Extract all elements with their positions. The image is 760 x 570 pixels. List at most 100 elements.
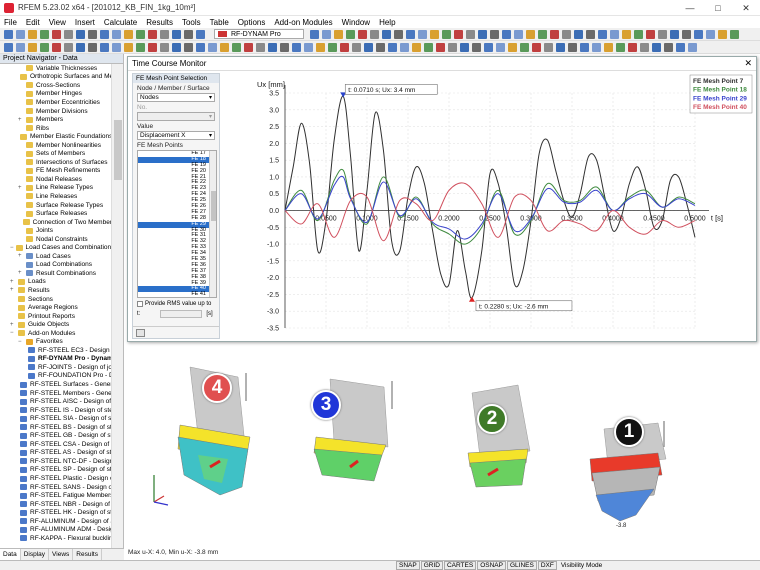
toolbar-button[interactable]: [292, 42, 301, 52]
expand-icon[interactable]: −: [10, 245, 14, 251]
toolbar-button[interactable]: [40, 29, 49, 39]
toolbar-button[interactable]: [484, 42, 493, 52]
toolbar-button[interactable]: [592, 42, 601, 52]
tab-data[interactable]: Data: [0, 549, 21, 560]
toolbar-button[interactable]: [622, 29, 631, 39]
toolbar-button[interactable]: [706, 29, 715, 39]
toolbar-button[interactable]: [496, 42, 505, 52]
toolbar-button[interactable]: [328, 42, 337, 52]
menu-item-window[interactable]: Window: [342, 18, 370, 27]
tree-item[interactable]: Load Combinations: [0, 261, 112, 270]
toolbar-button[interactable]: [376, 42, 385, 52]
toolbar-button[interactable]: [400, 42, 409, 52]
tree-item[interactable]: Variable Thicknesses: [0, 64, 112, 73]
toolbar-button[interactable]: [544, 42, 553, 52]
toolbar-button[interactable]: [538, 29, 547, 39]
tree-item[interactable]: Member Divisions: [0, 107, 112, 116]
toolbar-button[interactable]: [616, 42, 625, 52]
toolbar-button[interactable]: [334, 29, 343, 39]
toolbar-button[interactable]: [448, 42, 457, 52]
close-icon[interactable]: ✕: [744, 58, 752, 69]
toolbar-button[interactable]: [394, 29, 403, 39]
mode-shape-2[interactable]: [467, 384, 531, 488]
tree-item[interactable]: RF-STEEL SANS - Design of st: [0, 483, 112, 492]
cartes-toggle[interactable]: CARTES: [443, 561, 477, 570]
menu-item-tools[interactable]: Tools: [182, 18, 201, 27]
tree-item[interactable]: − Load Cases and Combinations: [0, 243, 112, 252]
toolbar-button[interactable]: [346, 29, 355, 39]
tree-item[interactable]: RF-STEEL IS - Design of stee: [0, 406, 112, 415]
toolbar-button[interactable]: [454, 29, 463, 39]
toolbar-button[interactable]: [148, 42, 157, 52]
tree-item[interactable]: RF-STEEL AS - Design of ste: [0, 449, 112, 458]
toolbar-button[interactable]: [466, 29, 475, 39]
toolbar-button[interactable]: [112, 42, 121, 52]
toolbar-button[interactable]: [196, 29, 205, 39]
toolbar-button[interactable]: [580, 42, 589, 52]
tree-item[interactable]: Average Regions: [0, 303, 112, 312]
toolbar-button[interactable]: [658, 29, 667, 39]
toolbar-button[interactable]: [160, 29, 169, 39]
toolbar-button[interactable]: [244, 42, 253, 52]
toolbar-button[interactable]: [172, 29, 181, 39]
legend-entry-1[interactable]: FE Mesh Point 7: [693, 78, 744, 85]
toolbar-button[interactable]: [370, 29, 379, 39]
tree-item[interactable]: Nodal Releases: [0, 175, 112, 184]
toolbar-button[interactable]: [670, 29, 679, 39]
close-window-button[interactable]: ✕: [732, 0, 760, 16]
tree-item[interactable]: − Favorites: [0, 338, 112, 347]
toolbar-button[interactable]: [472, 42, 481, 52]
tree-item[interactable]: RF-KAPPA - Flexural bucklin: [0, 534, 112, 543]
grid-toggle[interactable]: GRID: [420, 561, 443, 570]
tree-item[interactable]: Orthotropic Surfaces and Me: [0, 73, 112, 82]
tree-item[interactable]: RF-STEEL HK - Design of ste: [0, 508, 112, 517]
toolbar-button[interactable]: [280, 42, 289, 52]
tree-item[interactable]: RF-DYNAM Pro - Dynam: [0, 355, 112, 364]
toolbar-button[interactable]: [382, 29, 391, 39]
navigator-scrollbar[interactable]: [111, 64, 123, 548]
toolbar-button[interactable]: [646, 29, 655, 39]
toolbar-button[interactable]: [628, 42, 637, 52]
toolbar-button[interactable]: [556, 42, 565, 52]
toolbar-button[interactable]: [604, 42, 613, 52]
expand-icon[interactable]: +: [10, 279, 16, 285]
tree-item[interactable]: RF-STEEL SP - Design of ste: [0, 466, 112, 475]
toolbar-button[interactable]: [424, 42, 433, 52]
menu-item-help[interactable]: Help: [379, 18, 395, 27]
tree-item[interactable]: Nodal Constraints: [0, 235, 112, 244]
toolbar-button[interactable]: [730, 29, 739, 39]
expand-icon[interactable]: +: [10, 287, 16, 293]
toolbar-button[interactable]: [124, 29, 133, 39]
mesh-point-item[interactable]: FE 41: [138, 291, 216, 297]
toolbar-button[interactable]: [598, 29, 607, 39]
toolbar-button[interactable]: [136, 29, 145, 39]
toolbar-button[interactable]: [532, 42, 541, 52]
toolbar-button[interactable]: [310, 29, 319, 39]
maximize-button[interactable]: □: [704, 0, 732, 16]
toolbar-button[interactable]: [148, 29, 157, 39]
toolbar-button[interactable]: [4, 42, 13, 52]
toolbar-button[interactable]: [436, 42, 445, 52]
tab-views[interactable]: Views: [49, 549, 74, 560]
points-scrollbar[interactable]: [209, 151, 216, 297]
tree-item[interactable]: Member Hinges: [0, 90, 112, 99]
toolbar-button[interactable]: [694, 29, 703, 39]
scrollbar-thumb[interactable]: [114, 120, 122, 180]
tree-item[interactable]: Line Releases: [0, 192, 112, 201]
tree-item[interactable]: Connection of Two Member: [0, 218, 112, 227]
toolbar-button[interactable]: [340, 42, 349, 52]
tab-display[interactable]: Display: [21, 549, 50, 560]
toolbar-button[interactable]: [100, 42, 109, 52]
tree-item[interactable]: Surface Release Types: [0, 201, 112, 210]
object-type-select[interactable]: Nodes: [137, 93, 215, 102]
toolbar-button[interactable]: [184, 29, 193, 39]
toolbar-button[interactable]: [442, 29, 451, 39]
toolbar-button[interactable]: [124, 42, 133, 52]
mesh-points-list[interactable]: FE 17 FE 18 FE 19 FE 20 FE 21 FE 22 FE 23 FE 24…: [137, 150, 217, 298]
toolbar-button[interactable]: [184, 42, 193, 52]
tree-item[interactable]: RF-STEEL GB - Design of ste: [0, 432, 112, 441]
tree-item[interactable]: − Add-on Modules: [0, 329, 112, 338]
tree-item[interactable]: Member Eccentricities: [0, 98, 112, 107]
osnap-toggle[interactable]: OSNAP: [477, 561, 506, 570]
toolbar-button[interactable]: [232, 42, 241, 52]
